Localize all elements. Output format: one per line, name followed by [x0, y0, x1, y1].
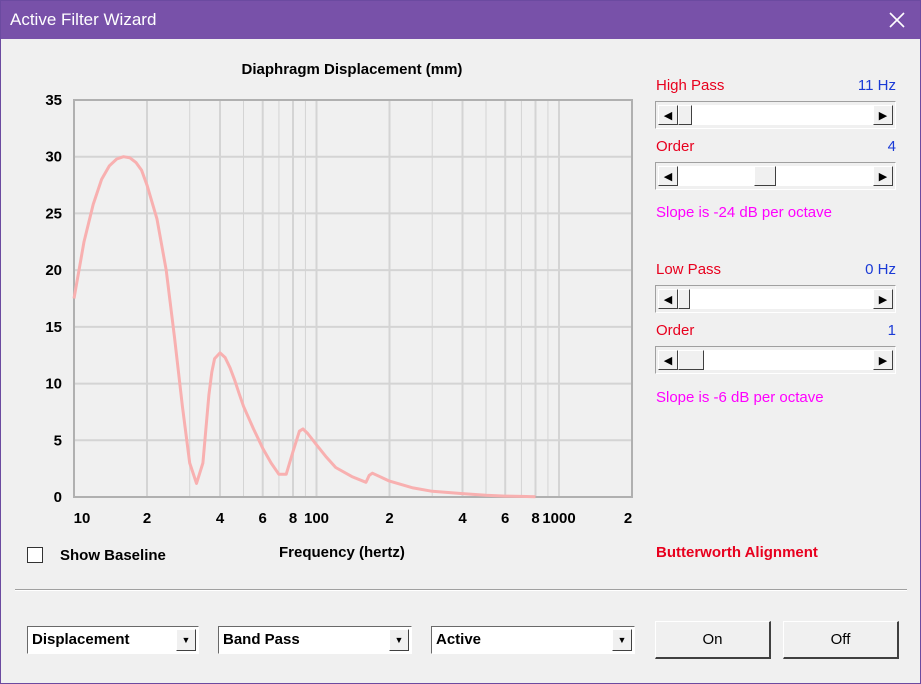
high-pass-right-button[interactable]: ▶: [873, 105, 893, 125]
slider-thumb[interactable]: [678, 350, 704, 370]
dialog-body: Diaphragm Displacement (mm) 0 5 10 15 20 25 30…: [2, 39, 919, 683]
arrow-left-icon: ◀: [663, 354, 673, 367]
y-tick-label: 25: [45, 205, 62, 222]
active-filter-wizard-window: Active Filter Wizard Diaphragm Displacem…: [0, 0, 921, 684]
low-pass-left-button[interactable]: ◀: [658, 289, 678, 309]
baseline-checkbox-box[interactable]: [27, 547, 43, 563]
x-tick-label: 6: [501, 510, 509, 527]
y-tick-label: 35: [45, 92, 62, 109]
high-order-slider[interactable]: ◀ ▶: [655, 162, 896, 190]
alignment-label: Butterworth Alignment: [656, 544, 818, 561]
high-pass-label: High Pass: [656, 77, 725, 94]
y-tick-label: 10: [45, 376, 62, 393]
high-order-left-button[interactable]: ◀: [658, 166, 678, 186]
slider-thumb[interactable]: [678, 289, 690, 309]
low-pass-label: Low Pass: [656, 261, 722, 278]
arrow-left-icon: ◀: [663, 109, 673, 122]
high-pass-left-button[interactable]: ◀: [658, 105, 678, 125]
low-order-value: 1: [887, 322, 896, 339]
filter-type-value: Band Pass: [223, 631, 300, 648]
close-icon: [889, 12, 905, 28]
dropdown-button[interactable]: ▼: [176, 629, 196, 651]
title-bar[interactable]: Active Filter Wizard: [1, 1, 920, 39]
arrow-right-icon: ▶: [878, 109, 888, 122]
chevron-down-icon: ▼: [617, 635, 627, 645]
close-button[interactable]: [874, 1, 920, 39]
plot-type-value: Displacement: [32, 631, 130, 648]
y-tick-label: 15: [45, 319, 62, 336]
chevron-down-icon: ▼: [181, 635, 191, 645]
arrow-left-icon: ◀: [663, 170, 673, 183]
x-tick-label: 100: [304, 510, 329, 527]
low-pass-value: 0 Hz: [865, 261, 896, 278]
dropdown-button[interactable]: ▼: [612, 629, 632, 651]
high-order-label: Order: [656, 138, 695, 155]
slider-track[interactable]: [678, 105, 873, 125]
x-tick-label: 2: [624, 510, 632, 527]
slider-track[interactable]: [678, 289, 873, 309]
low-order-label: Order: [656, 322, 695, 339]
low-slope-text: Slope is -6 dB per octave: [656, 389, 824, 406]
arrow-right-icon: ▶: [878, 354, 888, 367]
arrow-right-icon: ▶: [878, 170, 888, 183]
x-tick-label: 6: [259, 510, 267, 527]
x-axis-label: Frequency (hertz): [279, 544, 405, 561]
x-tick-label: 8: [531, 510, 539, 527]
high-pass-slider[interactable]: ◀ ▶: [655, 101, 896, 129]
plot-type-dropdown[interactable]: Displacement ▼: [27, 626, 199, 654]
x-tick-label: 1000: [542, 510, 575, 527]
high-slope-text: Slope is -24 dB per octave: [656, 204, 832, 221]
show-baseline-checkbox[interactable]: Show Baseline: [27, 544, 207, 566]
filter-type-dropdown[interactable]: Band Pass ▼: [218, 626, 412, 654]
slider-thumb[interactable]: [754, 166, 776, 186]
x-tick-label: 2: [385, 510, 393, 527]
x-tick-label: 4: [458, 510, 467, 527]
y-tick-label: 5: [54, 432, 62, 449]
window-title: Active Filter Wizard: [10, 10, 157, 29]
y-tick-label: 20: [45, 262, 62, 279]
mode-dropdown[interactable]: Active ▼: [431, 626, 635, 654]
high-order-right-button[interactable]: ▶: [873, 166, 893, 186]
low-pass-slider[interactable]: ◀ ▶: [655, 285, 896, 313]
chevron-down-icon: ▼: [394, 635, 404, 645]
high-pass-value: 11 Hz: [857, 77, 896, 94]
displacement-chart: 05101520253035 10 2 4 6 8 100 2 4 6 8 1000 2: [45, 92, 633, 527]
low-order-left-button[interactable]: ◀: [658, 350, 678, 370]
on-button[interactable]: On: [655, 621, 771, 659]
high-order-value: 4: [887, 138, 896, 155]
y-tick-label: 0: [54, 489, 62, 506]
x-tick-label: 4: [216, 510, 225, 527]
dropdown-button[interactable]: ▼: [389, 629, 409, 651]
off-button[interactable]: Off: [783, 621, 899, 659]
x-tick-label: 8: [289, 510, 297, 527]
separator: [15, 589, 907, 591]
slider-thumb[interactable]: [678, 105, 692, 125]
mode-value: Active: [436, 631, 482, 648]
baseline-label: Show Baseline: [60, 546, 166, 564]
low-order-slider[interactable]: ◀ ▶: [655, 346, 896, 374]
low-pass-right-button[interactable]: ▶: [873, 289, 893, 309]
y-tick-label: 30: [45, 149, 62, 166]
low-order-right-button[interactable]: ▶: [873, 350, 893, 370]
arrow-right-icon: ▶: [878, 293, 888, 306]
x-tick-label: 2: [143, 510, 151, 527]
arrow-left-icon: ◀: [663, 293, 673, 306]
slider-track[interactable]: [678, 350, 873, 370]
x-tick-label: 10: [74, 510, 91, 527]
